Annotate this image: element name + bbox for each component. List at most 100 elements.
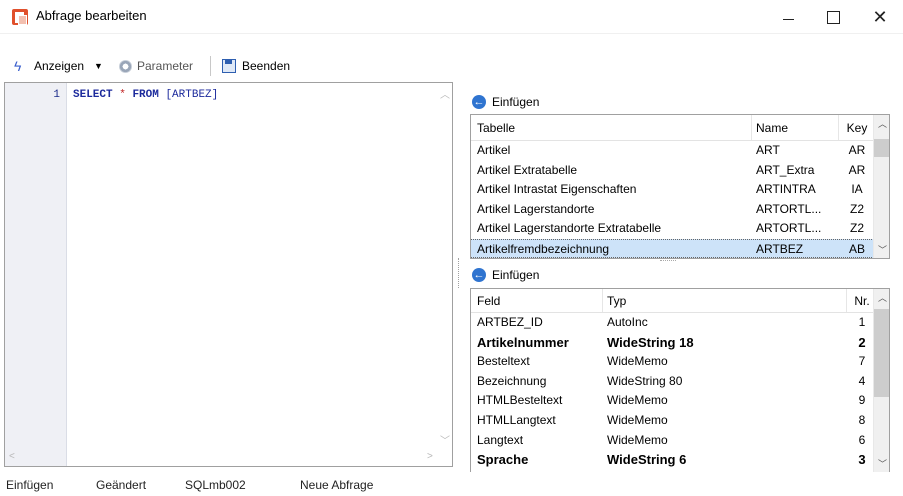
cell-typ: WideMemo [607, 393, 668, 408]
code-table-name: [ARTBEZ] [165, 89, 219, 101]
cell-nr: 8 [858, 413, 866, 427]
column-divider[interactable] [846, 289, 847, 312]
parameter-button[interactable]: Parameter [119, 55, 193, 77]
close-button[interactable]: ✕ [857, 0, 903, 34]
table-row[interactable]: Artikel Extratabelle ART_Extra AR [471, 161, 874, 181]
scroll-up-icon[interactable]: ︿ [878, 291, 887, 304]
fields-insert-button[interactable]: ← Einfügen [465, 263, 895, 287]
table-row[interactable]: Besteltext WideMemo 7 [471, 352, 874, 372]
cell-feld: Besteltext [477, 354, 530, 369]
cell-tabelle: Artikel Extratabelle [477, 162, 578, 177]
table-row[interactable]: Langtext WideMemo 6 [471, 431, 874, 451]
column-divider[interactable] [602, 289, 603, 312]
column-header-nr[interactable]: Nr. [851, 291, 873, 311]
cell-tabelle: Artikel Lagerstandorte [477, 201, 595, 216]
cell-key: Z2 [849, 201, 864, 216]
cell-nr: 9 [858, 393, 866, 408]
cell-nr: 4 [858, 373, 866, 388]
parameter-label: Parameter [137, 59, 194, 73]
scroll-down-icon[interactable]: ﹀ [440, 432, 450, 447]
scroll-left-icon[interactable]: < [9, 451, 15, 462]
save-icon [222, 59, 236, 73]
table-row[interactable]: HTMLLangtext WideMemo 8 [471, 411, 874, 431]
code-star: * [119, 89, 126, 101]
column-divider[interactable] [838, 115, 839, 140]
scroll-down-icon[interactable]: ﹀ [878, 243, 887, 256]
cell-key: AB [848, 241, 865, 256]
status-query: Neue Abfrage [300, 478, 374, 492]
minimize-button[interactable] [765, 0, 811, 34]
anzeigen-label: Anzeigen [34, 59, 85, 73]
column-header-typ[interactable]: Typ [607, 291, 847, 311]
scroll-right-icon[interactable]: > [427, 451, 433, 462]
beenden-button[interactable]: Beenden [222, 55, 290, 77]
table-row[interactable]: Artikelfremdbezeichnung ARTBEZ AB [471, 238, 874, 258]
table-row[interactable]: HTMLBesteltext WideMemo 9 [471, 391, 874, 411]
column-header-name[interactable]: Name [756, 118, 836, 138]
cell-key: AR [848, 162, 866, 177]
cell-name: ARTINTRA [756, 182, 816, 196]
chevron-down-icon[interactable]: ▼ [94, 61, 103, 71]
title-bar: Abfrage bearbeiten ✕ [0, 0, 903, 34]
beenden-label: Beenden [242, 59, 291, 73]
horizontal-splitter-grip[interactable] [660, 260, 676, 262]
scroll-up-icon[interactable]: ︿ [440, 86, 450, 101]
cell-nr: 1 [858, 315, 866, 329]
cell-name: ARTORTL... [756, 221, 822, 235]
code-line[interactable]: SELECT * FROM [ARTBEZ] [73, 89, 218, 101]
status-connection: SQLmb002 [185, 478, 246, 492]
status-mode: Einfügen [6, 478, 54, 492]
sql-editor[interactable]: 1 SELECT * FROM [ARTBEZ] ︿ ﹀ < > [4, 82, 453, 467]
tables-insert-label: Einfügen [492, 95, 540, 109]
fields-grid[interactable]: Feld Typ Nr. ARTBEZ_ID AutoInc 1 Artikelnummer… [470, 288, 890, 474]
cell-feld: Sprache [477, 452, 529, 468]
cell-feld: Bezeichnung [477, 373, 547, 388]
cell-nr: 3 [858, 452, 866, 468]
code-keyword-select: SELECT [73, 89, 113, 101]
tables-grid[interactable]: Tabelle Name Key Artikel ART AR Artikel Extrat… [470, 114, 890, 259]
grid-header-row: Tabelle Name Key [471, 115, 874, 141]
grid-vertical-scrollbar[interactable]: ︿ ﹀ [873, 289, 889, 473]
table-row[interactable]: Artikel Lagerstandorte ARTORTL... Z2 [471, 200, 874, 220]
lightning-icon: ϟ [14, 58, 22, 74]
gear-icon [119, 59, 132, 73]
cell-key: IA [851, 182, 863, 196]
fields-insert-label: Einfügen [492, 268, 540, 282]
line-number: 1 [53, 89, 60, 101]
app-icon [12, 9, 28, 25]
scrollbar-thumb[interactable] [874, 139, 889, 157]
column-header-tabelle[interactable]: Tabelle [477, 118, 747, 138]
scroll-up-icon[interactable]: ︿ [878, 117, 887, 130]
scroll-down-icon[interactable]: ﹀ [878, 457, 887, 470]
maximize-button[interactable] [810, 0, 856, 34]
cell-typ: WideString 6 [607, 452, 687, 468]
cell-key: AR [848, 143, 866, 157]
table-row[interactable]: Artikel ART AR [471, 141, 874, 161]
table-row[interactable]: ARTBEZ_ID AutoInc 1 [471, 313, 874, 333]
arrow-left-circle-icon: ← [472, 268, 486, 282]
table-row[interactable]: Artikelnummer WideString 18 2 [471, 333, 874, 353]
table-row[interactable]: Sprache WideString 6 3 [471, 450, 874, 470]
tables-insert-button[interactable]: ← Einfügen [465, 90, 895, 114]
table-row[interactable]: Artikel Lagerstandorte Extratabelle ARTOR… [471, 219, 874, 239]
cell-feld: ARTBEZ_ID [477, 315, 543, 329]
editor-vertical-scrollbar[interactable]: ︿ ﹀ [436, 83, 452, 450]
cell-nr: 6 [858, 432, 866, 447]
scrollbar-thumb[interactable] [874, 309, 889, 397]
column-divider[interactable] [751, 115, 752, 140]
anzeigen-button[interactable]: ϟ Anzeigen ▼ [14, 55, 103, 77]
editor-horizontal-scrollbar[interactable]: < > [9, 450, 437, 466]
column-header-feld[interactable]: Feld [477, 291, 599, 311]
cell-tabelle: Artikel Intrastat Eigenschaften [477, 182, 637, 196]
cell-feld: HTMLBesteltext [477, 393, 563, 408]
toolbar-separator [210, 56, 211, 76]
vertical-splitter[interactable] [455, 82, 463, 467]
cell-typ: WideString 80 [607, 373, 683, 388]
table-row[interactable]: Artikel Intrastat Eigenschaften ARTINTRA I… [471, 180, 874, 200]
column-header-key[interactable]: Key [843, 118, 871, 138]
table-row[interactable]: Bezeichnung WideString 80 4 [471, 372, 874, 392]
grid-vertical-scrollbar[interactable]: ︿ ﹀ [873, 115, 889, 258]
cell-name: ARTBEZ [756, 241, 804, 256]
code-keyword-from: FROM [132, 89, 159, 101]
cell-nr: 7 [858, 354, 866, 369]
